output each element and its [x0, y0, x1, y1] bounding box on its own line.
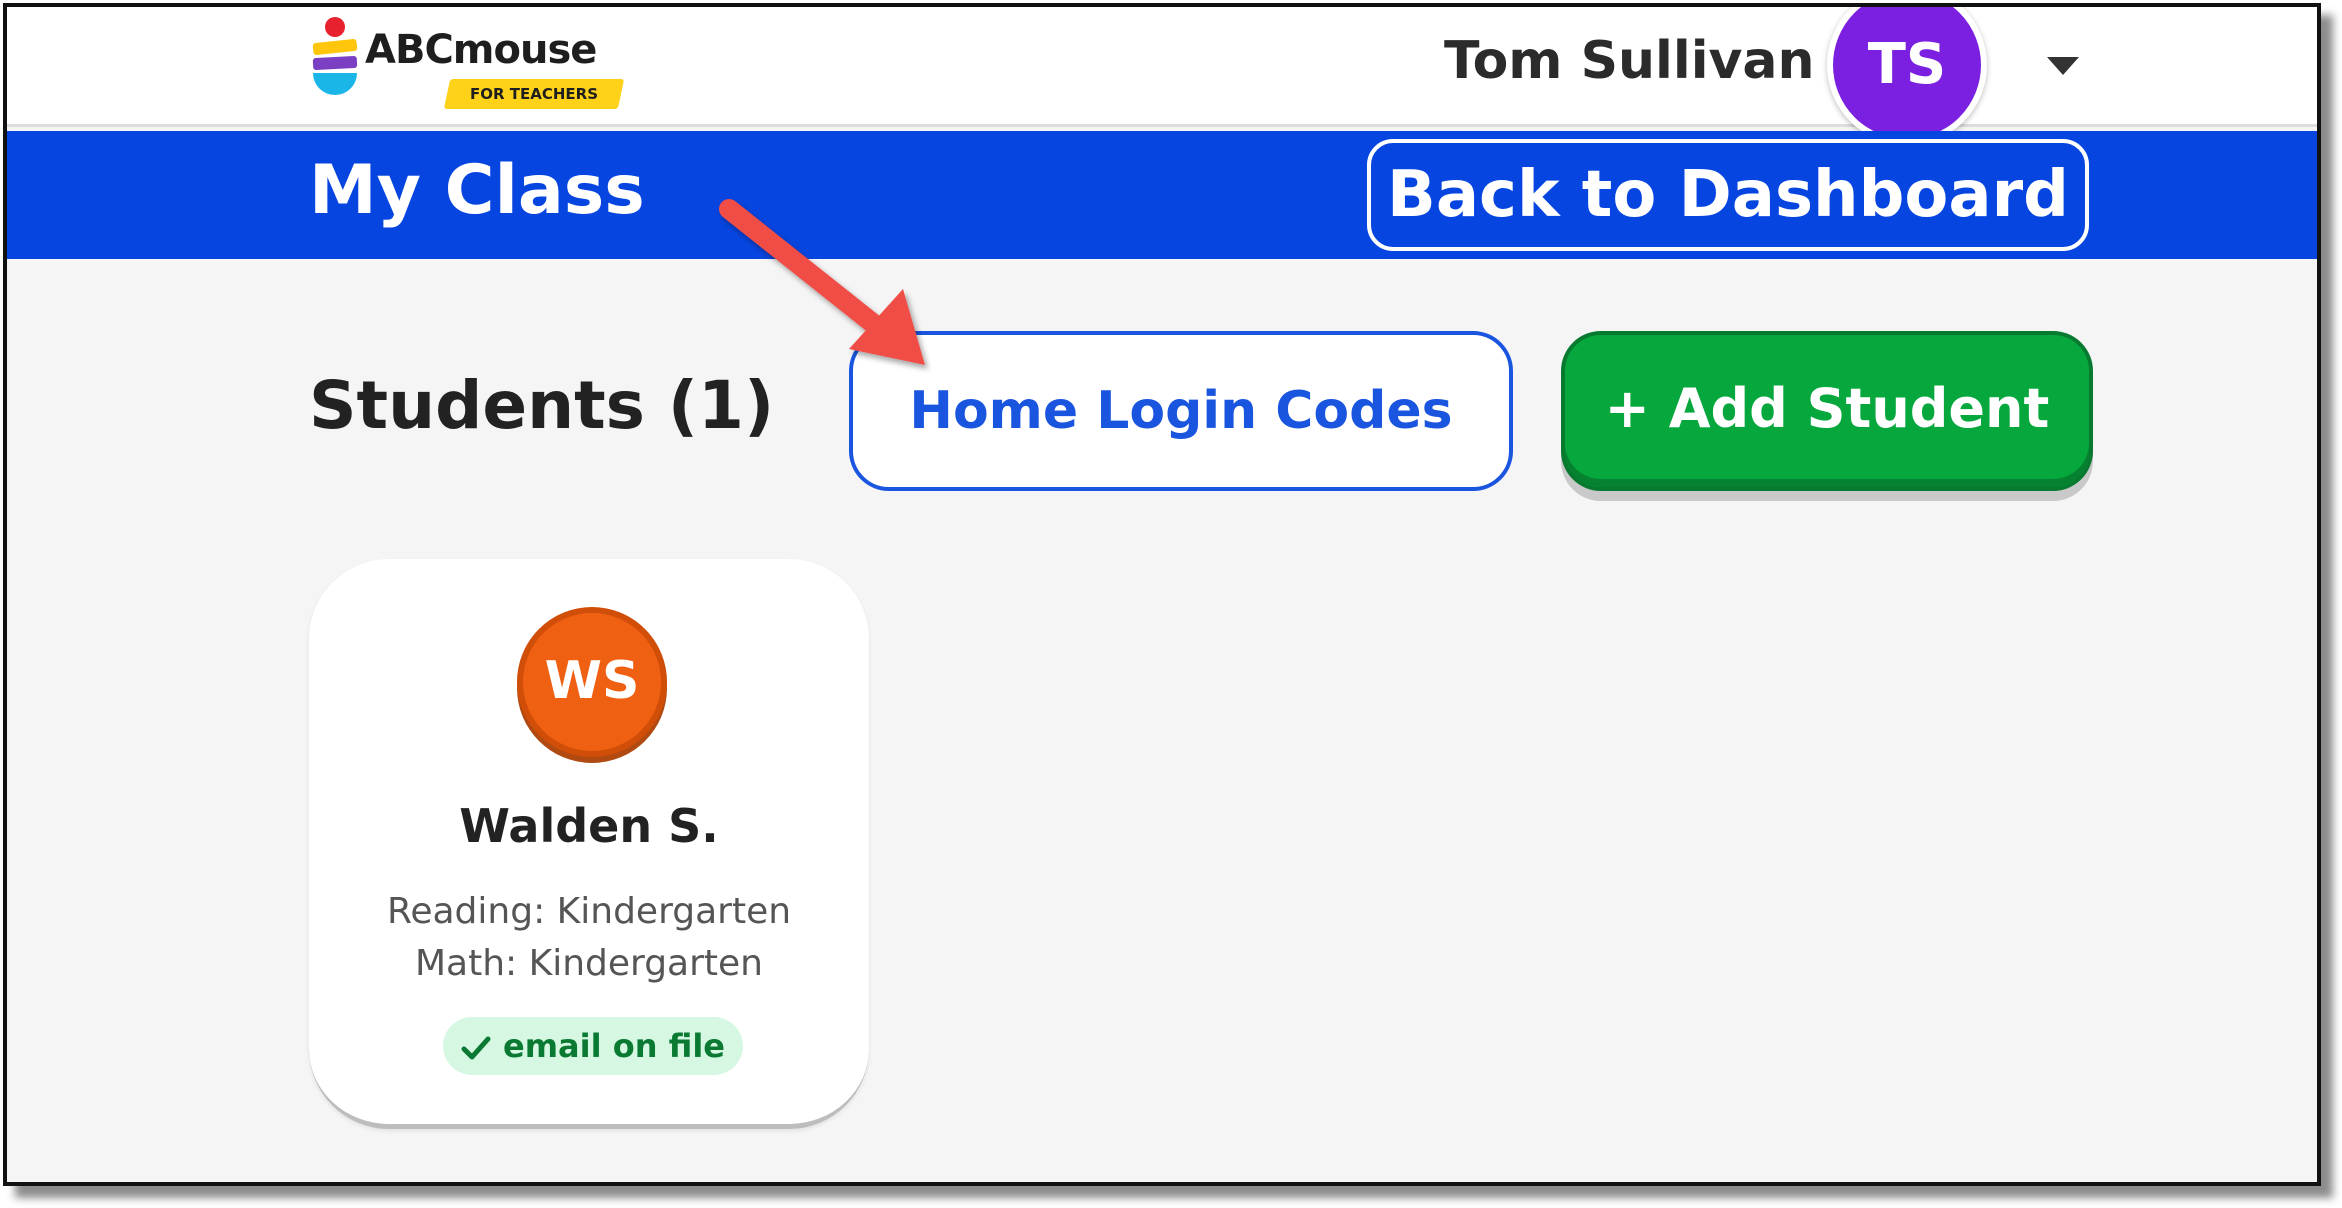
user-avatar[interactable]: TS	[1827, 7, 1987, 145]
logo-mark-icon	[312, 17, 358, 95]
top-header: ABCmouse FOR TEACHERS Tom Sullivan TS	[7, 7, 2317, 145]
chevron-down-icon[interactable]	[2047, 57, 2079, 75]
page-title: My Class	[309, 151, 645, 230]
student-name: Walden S.	[459, 799, 719, 853]
checkmark-icon	[461, 1036, 491, 1060]
student-card[interactable]: WS Walden S. Reading: Kindergarten Math:…	[309, 559, 869, 1129]
home-login-codes-button[interactable]: Home Login Codes	[849, 331, 1513, 491]
abcmouse-logo[interactable]: ABCmouse FOR TEACHERS	[307, 13, 627, 117]
logo-subtext: FOR TEACHERS	[469, 85, 599, 103]
logo-text: ABCmouse	[365, 27, 597, 73]
app-window: ABCmouse FOR TEACHERS Tom Sullivan TS My…	[3, 3, 2321, 1186]
student-avatar: WS	[517, 607, 667, 757]
logo-badge: FOR TEACHERS	[443, 79, 625, 109]
student-math-level: Math: Kindergarten	[414, 943, 763, 984]
page-header-bar: My Class Back to Dashboard	[7, 131, 2317, 259]
back-to-dashboard-button[interactable]: Back to Dashboard	[1367, 139, 2089, 251]
email-on-file-badge: email on file	[443, 1017, 743, 1075]
annotation-arrow-icon	[719, 199, 925, 365]
email-badge-label: email on file	[502, 1027, 725, 1065]
user-name[interactable]: Tom Sullivan	[1444, 31, 1815, 91]
student-reading-level: Reading: Kindergarten	[386, 891, 792, 932]
students-heading: Students (1)	[309, 367, 775, 444]
add-student-button[interactable]: + Add Student	[1561, 331, 2093, 491]
